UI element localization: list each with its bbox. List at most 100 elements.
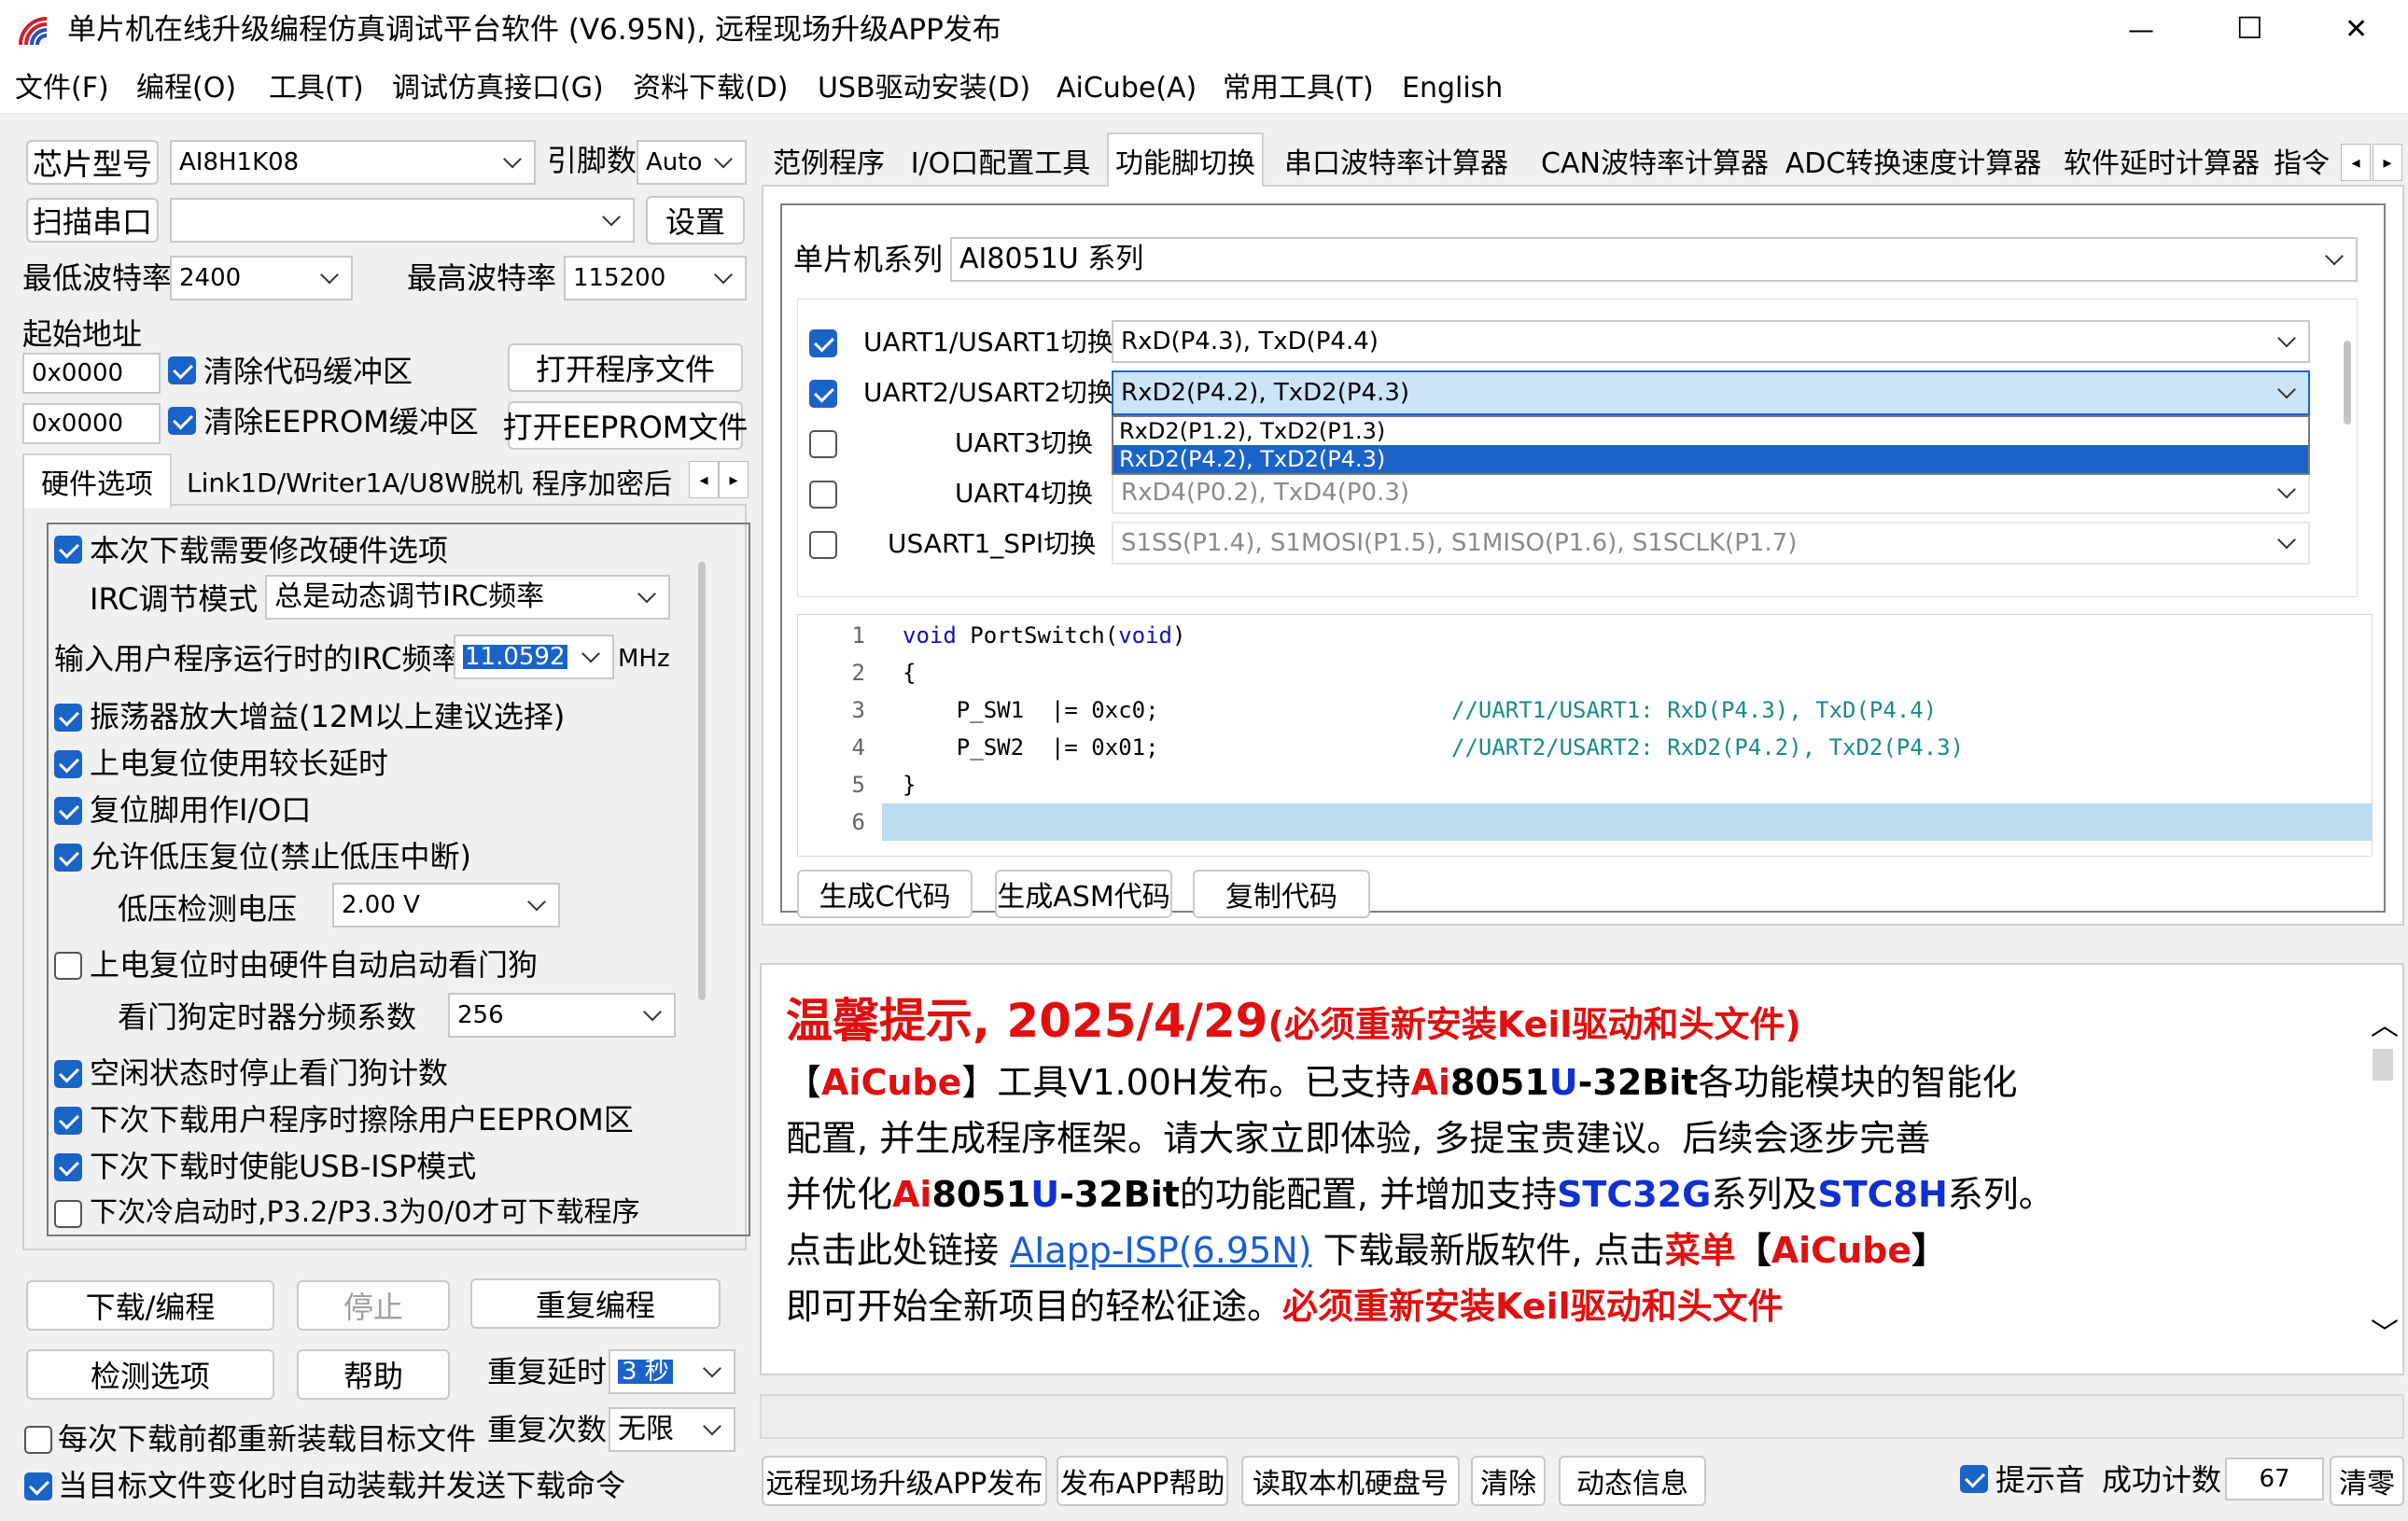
menu-aicube[interactable]: AiCube(A) [1057,71,1197,106]
tools-tab-left-icon[interactable]: ◂ [2341,144,2371,181]
reset-count-button[interactable]: 清零 [2330,1456,2404,1506]
repeat-program-button[interactable]: 重复编程 [470,1278,721,1329]
dynamic-info-button[interactable]: 动态信息 [1559,1456,1706,1506]
option-usb-isp-checkbox[interactable] [54,1153,82,1181]
tab-pin-switch[interactable]: 功能脚切换 [1107,133,1264,187]
option-reset-pin-io-checkbox[interactable] [54,797,82,825]
uart2-switch-checkbox[interactable] [809,380,837,408]
tools-tab-right-icon[interactable]: ▸ [2373,144,2402,181]
hardware-options-panel: 本次下载需要修改硬件选项 IRC调节模式 总是动态调节IRC频率 输入用户程序运… [22,504,750,1250]
serial-port-select[interactable] [170,198,635,243]
clear-eeprom-buffer-checkbox[interactable] [168,407,196,435]
scroll-thumb[interactable] [2373,1049,2393,1081]
pin-switch-page: 单片机系列 AI8051U 系列 UART1/USART1切换 RxD(P4.3… [762,185,2404,926]
eeprom-start-address-input[interactable]: 0x0000 [22,403,161,444]
menu-download[interactable]: 资料下载(D) [633,71,789,106]
tab-hardware-options[interactable]: 硬件选项 [22,454,172,508]
tab-io-config[interactable]: I/O口配置工具 [902,136,1099,185]
read-disk-id-button[interactable]: 读取本机硬盘号 [1241,1456,1460,1506]
uart4-switch-select[interactable]: RxD4(P0.2), TxD4(P0.3) [1112,471,2310,514]
tab-encryption[interactable]: 程序加密后 [532,457,694,506]
tab-adc-speed[interactable]: ADC转换速度计算器 [1785,136,2042,185]
settings-button[interactable]: 设置 [646,196,745,244]
scroll-up-icon[interactable]: ︿ [2371,1002,2399,1043]
scroll-down-icon[interactable]: ﹀ [2371,1310,2399,1351]
menu-file[interactable]: 文件(F) [15,71,109,106]
option-idle-stop-wdt-checkbox[interactable] [54,1060,82,1088]
notice-scrollbar[interactable]: ︿ ﹀ [2363,965,2402,1374]
menu-common-tools[interactable]: 常用工具(T) [1223,71,1374,106]
repeat-delay-select[interactable]: 3 秒 [609,1349,735,1394]
usart1-spi-switch-checkbox[interactable] [809,531,837,559]
code-editor[interactable]: 1 void PortSwitch(void) 2{ 3 P_SW1 |= 0x… [797,614,2373,857]
option-cold-boot-checkbox[interactable] [54,1200,82,1228]
auto-load-send-checkbox[interactable] [24,1472,52,1500]
option-long-reset-delay-checkbox[interactable] [54,750,82,778]
options-scrollbar[interactable] [698,562,706,1000]
wdt-prescaler-select[interactable]: 256 [448,993,676,1038]
tab-instructions[interactable]: 指令 [2274,136,2348,185]
tab-scroll-left-icon[interactable]: ◂ [689,461,719,498]
uart2-option-p4[interactable]: RxD2(P4.2), TxD2(P4.3) [1113,445,2308,473]
notice-line: 配置, 并生成程序框架。请大家立即体验, 多提宝贵建议。后续会逐步完善 [786,1118,1931,1159]
menu-usb-driver[interactable]: USB驱动安装(D) [818,71,1030,106]
irc-mode-select[interactable]: 总是动态调节IRC频率 [265,575,670,620]
max-baud-select[interactable]: 115200 [564,256,747,300]
uart1-switch-select[interactable]: RxD(P4.3), TxD(P4.4) [1112,320,2310,363]
option-hw-watchdog-checkbox[interactable] [54,952,82,980]
open-eeprom-file-button[interactable]: 打开EEPROM文件 [503,401,748,450]
tab-examples[interactable]: 范例程序 [762,136,896,185]
menu-debug[interactable]: 调试仿真接口(G) [392,71,604,106]
option-osc-gain-checkbox[interactable] [54,704,82,732]
maximize-button[interactable]: ☐ [2236,9,2263,47]
reload-before-download-checkbox[interactable] [24,1426,52,1454]
clear-log-button[interactable]: 清除 [1471,1456,1546,1506]
check-options-button[interactable]: 检测选项 [26,1349,274,1400]
tab-offline-programmers[interactable]: Link1D/Writer1A/U8W脱机 [177,457,532,506]
clear-code-buffer-checkbox[interactable] [168,356,196,384]
remote-upgrade-button[interactable]: 远程现场升级APP发布 [762,1456,1047,1506]
open-program-file-button[interactable]: 打开程序文件 [508,343,743,392]
min-baud-select[interactable]: 2400 [170,256,353,300]
menu-bar: 文件(F) 编程(O) 工具(T) 调试仿真接口(G) 资料下载(D) USB驱… [0,63,2408,114]
download-link[interactable]: AIapp-ISP(6.95N) [1010,1230,1311,1271]
irc-frequency-input[interactable]: 11.0592 [454,635,614,679]
option-erase-eeprom-checkbox[interactable] [54,1107,82,1135]
close-button[interactable]: ✕ [2345,11,2368,49]
tab-can-baud[interactable]: CAN波特率计算器 [1529,136,1781,185]
usart1-spi-switch-select[interactable]: S1SS(P1.4), S1MOSI(P1.5), S1MISO(P1.6), … [1112,522,2310,565]
stop-button[interactable]: 停止 [297,1280,450,1331]
success-count-label: 成功计数 [2102,1462,2222,1498]
series-select[interactable]: AI8051U 系列 [950,237,2358,282]
menu-tools[interactable]: 工具(T) [269,71,364,106]
menu-program[interactable]: 编程(O) [136,71,236,106]
pin-count-select[interactable]: Auto [637,140,747,185]
sound-checkbox[interactable] [1960,1465,1988,1493]
tab-delay-calc[interactable]: 软件延时计算器 [2048,136,2275,185]
minimize-button[interactable]: — [2128,11,2154,49]
uart2-option-p1[interactable]: RxD2(P1.2), TxD2(P1.3) [1113,417,2308,445]
uart1-switch-checkbox[interactable] [809,329,837,357]
uart2-switch-select[interactable]: RxD2(P4.2), TxD2(P4.3) [1112,370,2310,415]
generate-c-code-button[interactable]: 生成C代码 [797,870,973,918]
uart4-switch-checkbox[interactable] [809,481,837,509]
download-program-button[interactable]: 下载/编程 [26,1280,274,1331]
notice-line: 并优化Ai8051U-32Bit的功能配置, 并增加支持STC32G系列及STC… [786,1174,2054,1215]
generate-asm-code-button[interactable]: 生成ASM代码 [995,870,1172,918]
option-low-voltage-reset-checkbox[interactable] [54,844,82,872]
pin-list-scrollbar[interactable] [2344,341,2351,425]
lvd-voltage-select[interactable]: 2.00 V [332,883,560,928]
help-button[interactable]: 帮助 [297,1349,450,1400]
copy-code-button[interactable]: 复制代码 [1193,870,1370,918]
tab-uart-baud[interactable]: 串口波特率计算器 [1271,136,1521,185]
repeat-count-select[interactable]: 无限 [609,1407,735,1452]
menu-english[interactable]: English [1402,71,1503,106]
publish-app-help-button[interactable]: 发布APP帮助 [1057,1456,1228,1506]
tab-scroll-right-icon[interactable]: ▸ [719,461,749,498]
repeat-count-label: 重复次数 [487,1412,608,1447]
code-start-address-input[interactable]: 0x0000 [22,353,161,394]
uart3-switch-checkbox[interactable] [809,430,837,458]
option-modify-hw-checkbox[interactable] [54,536,82,564]
scan-port-button[interactable]: 扫描串口 [26,198,159,243]
chip-model-select[interactable]: AI8H1K08 [170,140,536,185]
